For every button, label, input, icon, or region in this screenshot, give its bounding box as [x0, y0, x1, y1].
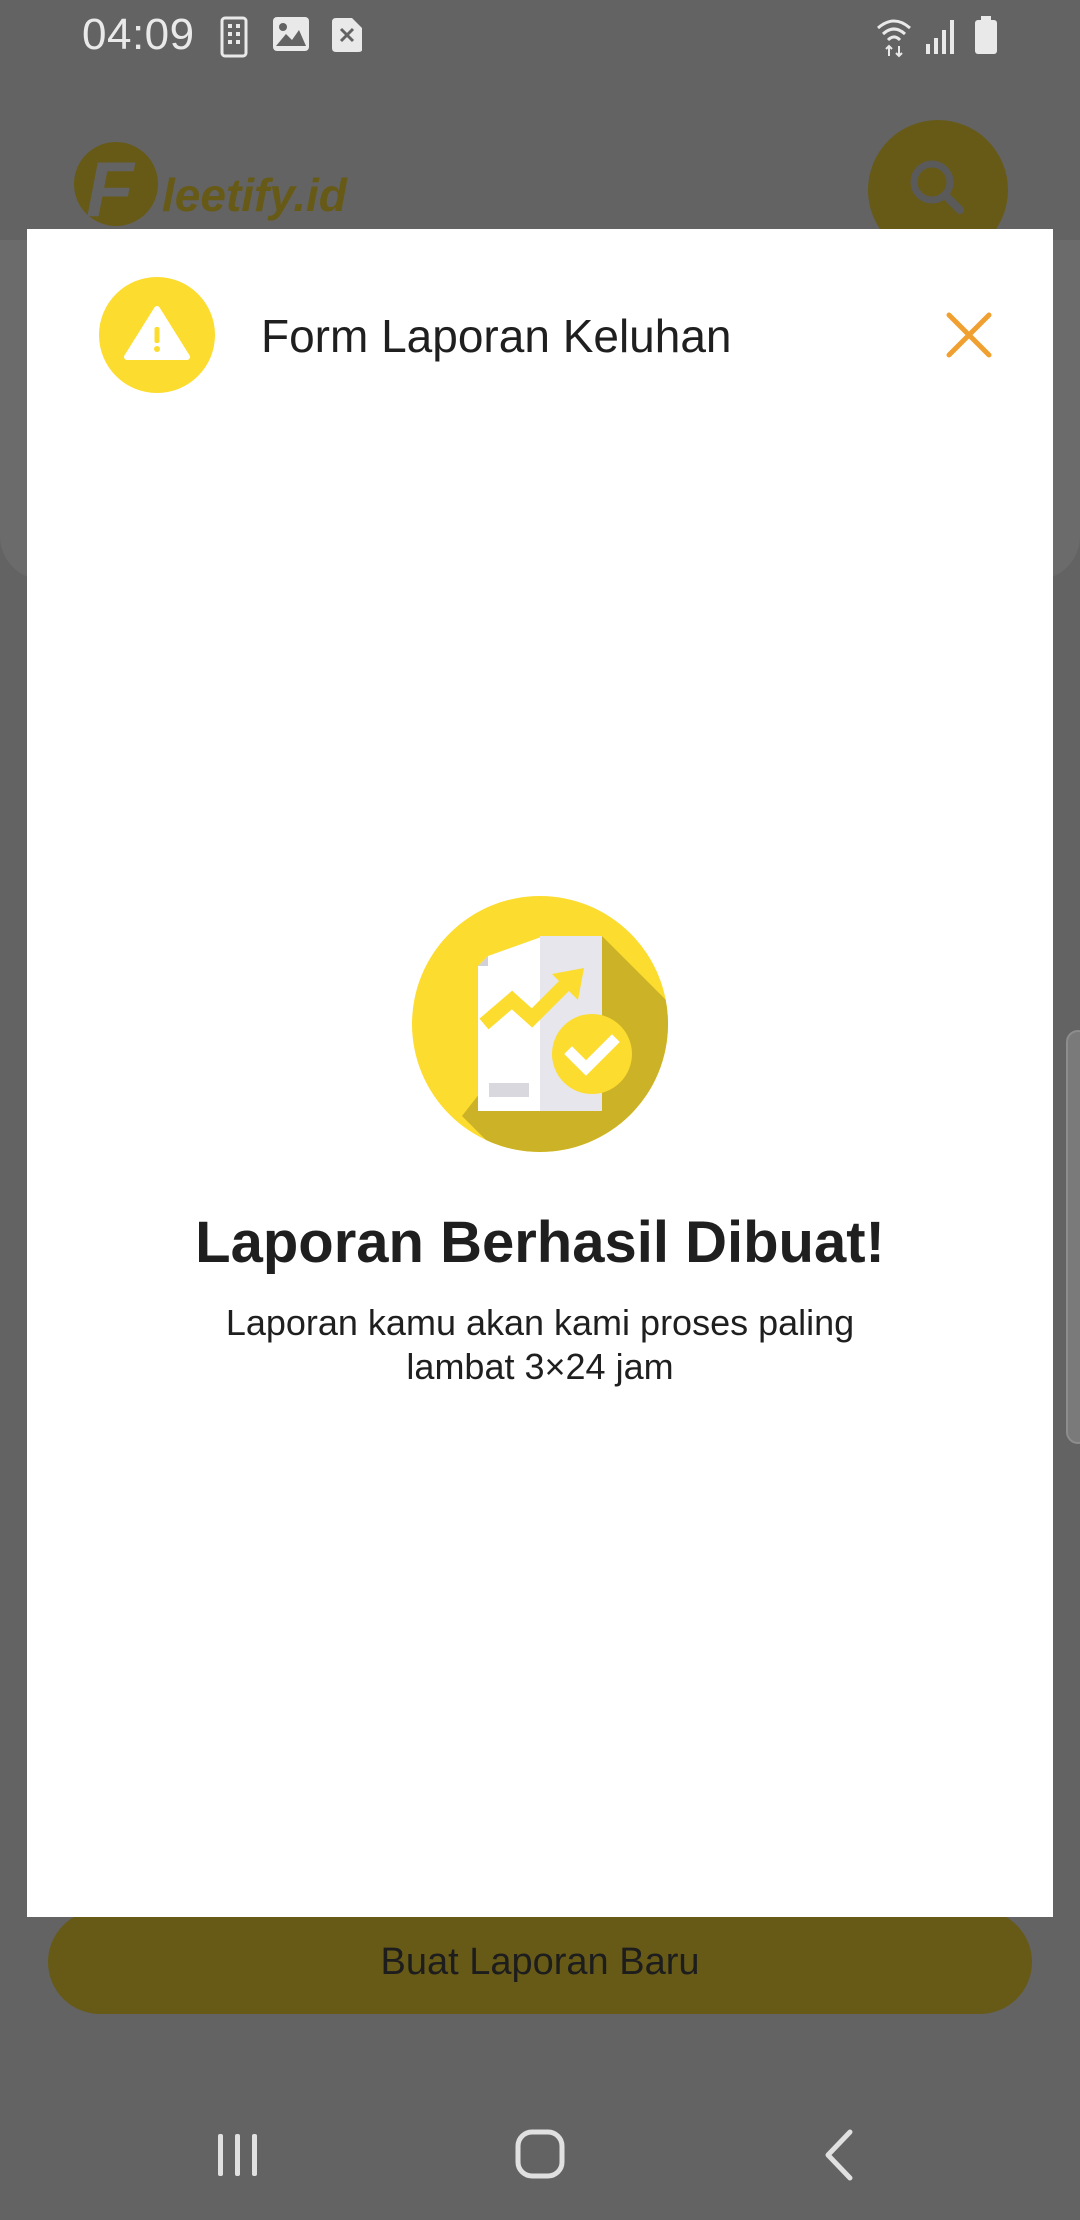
logo-text: leetify.id — [162, 169, 347, 221]
report-success-icon — [412, 896, 668, 1152]
modal-title: Form Laporan Keluhan — [261, 310, 732, 362]
warning-icon — [124, 306, 190, 360]
image-icon — [273, 17, 309, 51]
signal-icon — [926, 20, 954, 54]
app-logo: F leetify.id — [74, 140, 374, 233]
logo-mark: F — [86, 145, 134, 233]
back-icon[interactable] — [802, 2120, 882, 2190]
blocked-icon — [332, 18, 362, 52]
status-bar: 04:09 — [0, 0, 1080, 76]
success-title: Laporan Berhasil Dibuat! — [195, 1210, 885, 1275]
battery-icon — [975, 16, 997, 54]
new-report-button[interactable]: Buat Laporan Baru — [48, 1910, 1032, 2014]
navigation-bar — [0, 2080, 1080, 2220]
report-modal: Form Laporan Keluhan Laporan Berhasil Di… — [27, 229, 1053, 1917]
scroll-indicator[interactable] — [1066, 1030, 1080, 1444]
sim-card-icon — [220, 16, 248, 58]
home-icon[interactable] — [500, 2120, 580, 2190]
close-icon[interactable] — [939, 305, 999, 365]
modal-header-badge — [99, 277, 215, 393]
wifi-icon — [877, 19, 911, 58]
success-message: Laporan kamu akan kami proses paling lam… — [225, 1302, 855, 1387]
status-time: 04:09 — [82, 10, 195, 59]
recent-apps-icon[interactable] — [198, 2120, 278, 2190]
